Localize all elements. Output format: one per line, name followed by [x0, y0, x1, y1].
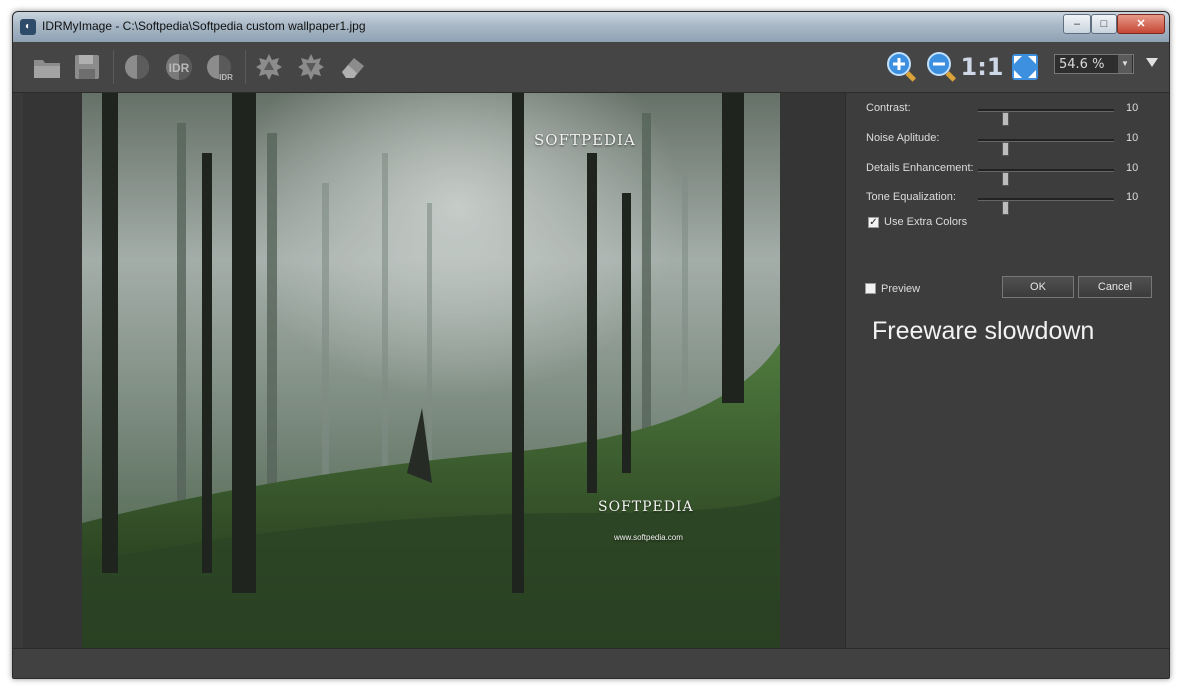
- open-folder-button[interactable]: [31, 51, 63, 83]
- zoom-out-button[interactable]: [925, 50, 959, 84]
- toolbar: IDR IDR 1:1 54.6 % ▼: [13, 42, 1169, 93]
- gear-up-icon: [256, 54, 282, 80]
- idr-half-button[interactable]: IDR: [205, 51, 237, 83]
- title-bar[interactable]: ◐ IDRMyImage - C:\Softpedia\Softpedia cu…: [13, 12, 1169, 42]
- contrast-button[interactable]: [121, 51, 153, 83]
- sharpen-button[interactable]: [253, 51, 285, 83]
- zoom-in-icon: [887, 52, 917, 82]
- preview-label: Preview: [881, 283, 921, 295]
- minimize-button[interactable]: ‒: [1063, 14, 1091, 34]
- slider-thumb[interactable]: [1002, 201, 1010, 215]
- actual-size-button[interactable]: 1:1: [961, 50, 1004, 84]
- fit-to-window-button[interactable]: [1008, 50, 1042, 84]
- cancel-button[interactable]: Cancel: [1078, 276, 1152, 298]
- noise-aplitude-label: Noise Aplitude:: [866, 132, 940, 144]
- idr-icon: IDR: [166, 54, 192, 80]
- ok-button[interactable]: OK: [1002, 276, 1074, 298]
- maximize-button[interactable]: □: [1091, 14, 1117, 34]
- details-enhancement-slider[interactable]: [978, 169, 1114, 186]
- gear-down-icon: [298, 54, 324, 80]
- idr-small-label: IDR: [219, 73, 233, 82]
- toolbar-menu-arrow[interactable]: [1146, 58, 1158, 67]
- zoom-in-button[interactable]: [885, 50, 919, 84]
- preview-checkbox[interactable]: [865, 283, 876, 294]
- tone-equalization-label: Tone Equalization:: [866, 191, 956, 203]
- freeware-notice: Freeware slowdown: [872, 317, 1095, 345]
- app-window: ◐ IDRMyImage - C:\Softpedia\Softpedia cu…: [12, 11, 1170, 679]
- contrast-label: Contrast:: [866, 102, 911, 114]
- close-button[interactable]: ✕: [1117, 14, 1165, 34]
- toolbar-separator: [245, 50, 246, 84]
- slider-thumb[interactable]: [1002, 172, 1010, 186]
- window-title: IDRMyImage - C:\Softpedia\Softpedia cust…: [42, 19, 366, 33]
- contrast-slider-row: Contrast: 10: [866, 100, 1166, 126]
- zoom-out-icon: [927, 52, 957, 82]
- save-button[interactable]: [71, 51, 103, 83]
- details-enhancement-label: Details Enhancement:: [866, 162, 974, 174]
- noise-aplitude-slider[interactable]: [978, 139, 1114, 156]
- contrast-icon: [125, 55, 149, 79]
- details-enhancement-slider-row: Details Enhancement: 10: [866, 160, 1166, 186]
- fit-to-window-icon: [1012, 54, 1038, 80]
- contrast-slider[interactable]: [978, 109, 1114, 126]
- use-extra-colors-label: Use Extra Colors: [884, 216, 968, 228]
- tone-equalization-slider[interactable]: [978, 198, 1114, 215]
- slider-thumb[interactable]: [1002, 112, 1010, 126]
- settings-panel: Contrast: 10 Noise Aplitude: 10 Details …: [845, 93, 1169, 648]
- slider-thumb[interactable]: [1002, 142, 1010, 156]
- eraser-button[interactable]: [337, 51, 369, 83]
- forest-image: [82, 93, 780, 648]
- use-extra-colors-checkbox[interactable]: ✓: [868, 217, 879, 228]
- idr-icon-label: IDR: [169, 61, 190, 75]
- watermark-top: SOFTPEDIA: [534, 131, 636, 149]
- idr-half-icon: IDR: [207, 55, 233, 82]
- floppy-disk-icon: [75, 55, 99, 79]
- idr-button[interactable]: IDR: [163, 51, 195, 83]
- details-enhancement-value: 10: [1126, 162, 1139, 174]
- tone-equalization-slider-row: Tone Equalization: 10: [866, 189, 1166, 215]
- soften-button[interactable]: [295, 51, 327, 83]
- noise-aplitude-value: 10: [1126, 132, 1139, 144]
- image-canvas[interactable]: SOFTPEDIA SOFTPEDIA www.softpedia.com: [23, 93, 845, 648]
- app-icon: ◐: [20, 19, 36, 35]
- noise-aplitude-slider-row: Noise Aplitude: 10: [866, 130, 1166, 156]
- status-bar: [13, 648, 1169, 678]
- folder-icon: [34, 60, 60, 78]
- eraser-icon: [342, 58, 364, 78]
- contrast-value: 10: [1126, 102, 1139, 114]
- forest-photo[interactable]: SOFTPEDIA SOFTPEDIA www.softpedia.com: [82, 93, 780, 648]
- toolbar-separator: [113, 50, 114, 84]
- watermark-middle: SOFTPEDIA: [598, 499, 694, 515]
- zoom-dropdown-button[interactable]: ▼: [1118, 55, 1132, 73]
- watermark-url: www.softpedia.com: [614, 533, 683, 542]
- tone-equalization-value: 10: [1126, 191, 1139, 203]
